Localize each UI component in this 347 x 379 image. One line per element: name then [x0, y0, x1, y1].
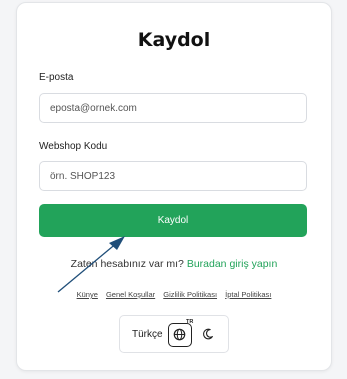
email-field[interactable] [39, 93, 307, 123]
signup-card: Kaydol E-posta Webshop Kodu Kaydol Zaten… [16, 2, 332, 371]
email-label: E-posta [39, 72, 74, 83]
language-button[interactable]: TR [168, 319, 193, 347]
moon-icon [203, 328, 213, 340]
footer-link-privacy[interactable]: Gizlilik Politikası [163, 290, 217, 299]
login-link[interactable]: Buradan giriş yapın [187, 258, 277, 270]
page-title: Kaydol [137, 29, 211, 51]
shop-code-field[interactable] [39, 161, 307, 191]
login-prompt: Zaten hesabınız var mı? Buradan giriş ya… [17, 258, 331, 270]
footer-link-imprint[interactable]: Künye [77, 290, 98, 299]
login-prompt-text: Zaten hesabınız var mı? [70, 258, 184, 270]
settings-toolbar: Türkçe TR [119, 315, 229, 353]
footer-link-terms[interactable]: Genel Koşullar [106, 290, 155, 299]
language-label: Türkçe [132, 329, 163, 340]
theme-toggle-button[interactable] [202, 327, 218, 343]
footer-links: Künye Genel Koşullar Gizlilik Politikası… [17, 290, 331, 299]
globe-icon [173, 328, 186, 341]
language-code-badge: TR [186, 319, 194, 325]
footer-link-cancellation[interactable]: İptal Politikası [225, 290, 271, 299]
signup-button[interactable]: Kaydol [39, 204, 307, 237]
shop-code-label: Webshop Kodu [39, 141, 108, 152]
